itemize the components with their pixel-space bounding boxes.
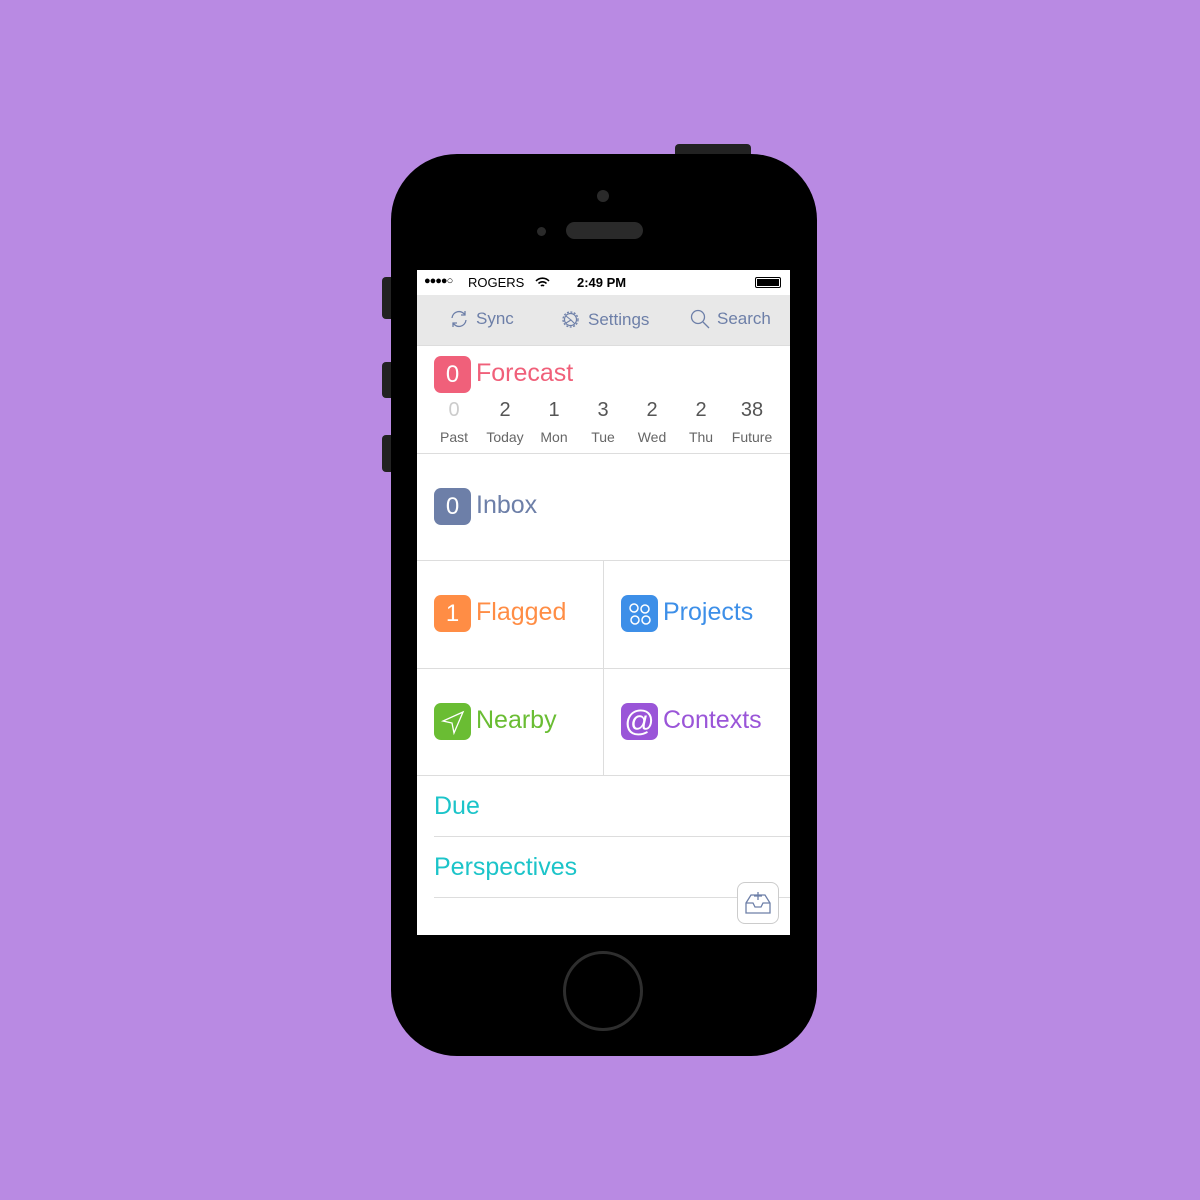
projects-title: Projects	[663, 598, 754, 626]
flagged-tile[interactable]: 1 Flagged	[417, 561, 603, 668]
search-icon	[690, 309, 710, 329]
forecast-day-mon[interactable]: 1 Mon	[529, 399, 579, 445]
forecast-count: 2	[695, 399, 707, 421]
forecast-day-past[interactable]: 0 Past	[429, 399, 479, 445]
signal-icon: ●●●●○	[424, 275, 453, 287]
forecast-count: 2	[499, 399, 511, 421]
home-button[interactable]	[563, 951, 643, 1031]
projects-tile[interactable]: Projects	[604, 561, 790, 668]
search-label: Search	[717, 309, 771, 328]
battery-icon	[755, 277, 781, 288]
forecast-count: 2	[646, 399, 658, 421]
carrier: ROGERS	[468, 275, 525, 290]
at-sign-icon: @	[621, 703, 658, 740]
forecast-day-future[interactable]: 38 Future	[727, 399, 777, 445]
flagged-title: Flagged	[476, 598, 567, 626]
perspectives-row[interactable]: Perspectives	[417, 837, 790, 897]
settings-label: Settings	[588, 309, 650, 329]
sensor	[537, 227, 546, 236]
location-arrow-icon	[434, 703, 471, 740]
perspectives-title: Perspectives	[434, 853, 578, 881]
sync-button[interactable]: Sync	[449, 309, 514, 329]
sync-label: Sync	[476, 309, 514, 328]
forecast-day-label: Future	[731, 429, 773, 445]
forecast-count: 0	[448, 399, 460, 421]
due-title: Due	[434, 792, 480, 820]
inbox-row[interactable]: 0 Inbox	[417, 454, 790, 560]
contexts-title: Contexts	[663, 706, 762, 734]
forecast-day-label: Tue	[591, 429, 615, 445]
forecast-day-label: Today	[486, 429, 524, 445]
forecast-day-today[interactable]: 2 Today	[480, 399, 530, 445]
nearby-tile[interactable]: Nearby	[417, 669, 603, 775]
due-row[interactable]: Due	[417, 776, 790, 836]
forecast-day-wed[interactable]: 2 Wed	[627, 399, 677, 445]
forecast-section[interactable]: 0 Forecast 0 Past 2 Today 1 Mon 3 Tue 2 Wed 2 Thu 38…	[417, 347, 790, 453]
settings-button[interactable]: Settings	[560, 309, 649, 330]
forecast-count: 3	[597, 399, 609, 421]
forecast-day-label: Wed	[637, 429, 667, 445]
quick-entry-button[interactable]	[737, 882, 779, 924]
forecast-day-label: Mon	[540, 429, 568, 445]
screen: ●●●●○ ROGERS 2:49 PM Sync Settings Searc…	[417, 270, 790, 935]
speaker	[566, 222, 643, 239]
nearby-title: Nearby	[476, 706, 557, 734]
forecast-day-label: Thu	[688, 429, 714, 445]
forecast-day-thu[interactable]: 2 Thu	[676, 399, 726, 445]
sync-icon	[451, 310, 467, 328]
gear-icon	[562, 311, 579, 328]
projects-icon	[621, 595, 658, 632]
camera	[597, 190, 609, 202]
contexts-tile[interactable]: @ Contexts	[604, 669, 790, 775]
inbox-title: Inbox	[476, 491, 538, 519]
toolbar: Sync Settings Search	[417, 295, 790, 346]
wifi-icon	[535, 277, 550, 287]
search-button[interactable]: Search	[690, 309, 771, 329]
status-bar: ●●●●○ ROGERS 2:49 PM	[417, 270, 790, 295]
forecast-title: Forecast	[476, 359, 574, 387]
forecast-count: 38	[740, 399, 764, 421]
forecast-badge: 0	[434, 356, 471, 393]
inbox-badge: 0	[434, 488, 471, 525]
divider	[603, 561, 604, 775]
forecast-day-tue[interactable]: 3 Tue	[578, 399, 628, 445]
forecast-day-label: Past	[439, 429, 468, 445]
flagged-badge: 1	[434, 595, 471, 632]
forecast-count: 1	[548, 399, 560, 421]
clock: 2:49 PM	[577, 275, 627, 290]
inbox-add-icon	[745, 892, 771, 914]
